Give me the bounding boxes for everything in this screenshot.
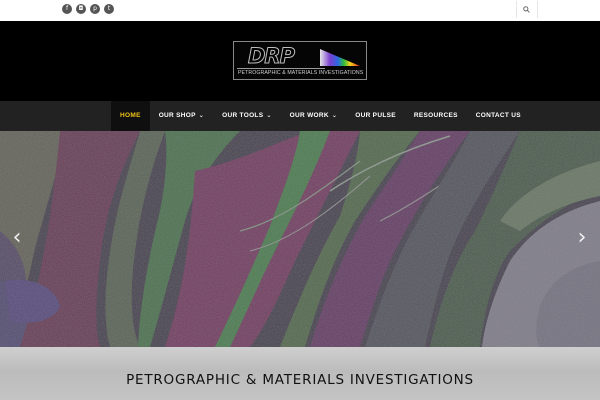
title-banner: PETROGRAPHIC & MATERIALS INVESTIGATIONS — [0, 347, 600, 400]
logo-divider — [237, 68, 325, 69]
search-icon — [523, 6, 530, 13]
chevron-down-icon: ⌄ — [266, 113, 272, 119]
logo-tagline: PETROGRAPHIC & MATERIALS INVESTIGATIONS — [238, 70, 364, 76]
instagram-icon[interactable]: ◘ — [76, 4, 86, 14]
social-links: f ◘ p t — [62, 4, 114, 14]
nav-item-our-shop[interactable]: OUR SHOP ⌄ — [150, 101, 213, 131]
nav-item-our-work[interactable]: OUR WORK ⌄ — [281, 101, 347, 131]
nav-item-label: OUR WORK — [289, 112, 329, 119]
slider-prev-button[interactable]: ‹ — [10, 226, 24, 250]
nav-menu: HOME OUR SHOP ⌄ OUR TOOLS ⌄ OUR WORK ⌄ OUR PULS… — [111, 101, 530, 131]
nav-item-label: OUR SHOP — [158, 112, 196, 119]
site-header: DRP PETROGRAPHIC & MATERIALS INVESTIGATI… — [0, 21, 600, 101]
slide-image — [0, 131, 600, 347]
nav-item-label: CONTACT US — [475, 112, 521, 119]
twitter-icon[interactable]: t — [104, 4, 114, 14]
nav-item-label: OUR PULSE — [355, 112, 396, 119]
nav-item-resources[interactable]: RESOURCES — [405, 101, 467, 131]
chevron-down-icon: ⌄ — [198, 113, 205, 119]
search-button[interactable] — [516, 1, 538, 18]
nav-item-contact-us[interactable]: CONTACT US — [467, 101, 530, 131]
top-bar: f ◘ p t — [0, 0, 600, 21]
nav-item-label: HOME — [120, 112, 141, 119]
nav-item-our-pulse[interactable]: OUR PULSE — [346, 101, 405, 131]
facebook-icon[interactable]: f — [62, 4, 72, 14]
banner-title: PETROGRAPHIC & MATERIALS INVESTIGATIONS — [126, 372, 474, 388]
main-nav: HOME OUR SHOP ⌄ OUR TOOLS ⌄ OUR WORK ⌄ OUR PULS… — [0, 101, 600, 131]
slider-next-button[interactable]: › — [575, 226, 589, 250]
nav-item-home[interactable]: HOME — [111, 101, 150, 131]
chevron-down-icon: ⌄ — [331, 113, 338, 119]
nav-item-label: OUR TOOLS — [222, 112, 264, 119]
pinterest-icon[interactable]: p — [90, 4, 100, 14]
nav-item-our-tools[interactable]: OUR TOOLS ⌄ — [213, 101, 281, 131]
site-logo[interactable]: DRP PETROGRAPHIC & MATERIALS INVESTIGATI… — [233, 41, 367, 80]
hero-slider: ‹ › — [0, 131, 600, 347]
nav-item-label: RESOURCES — [413, 112, 458, 119]
